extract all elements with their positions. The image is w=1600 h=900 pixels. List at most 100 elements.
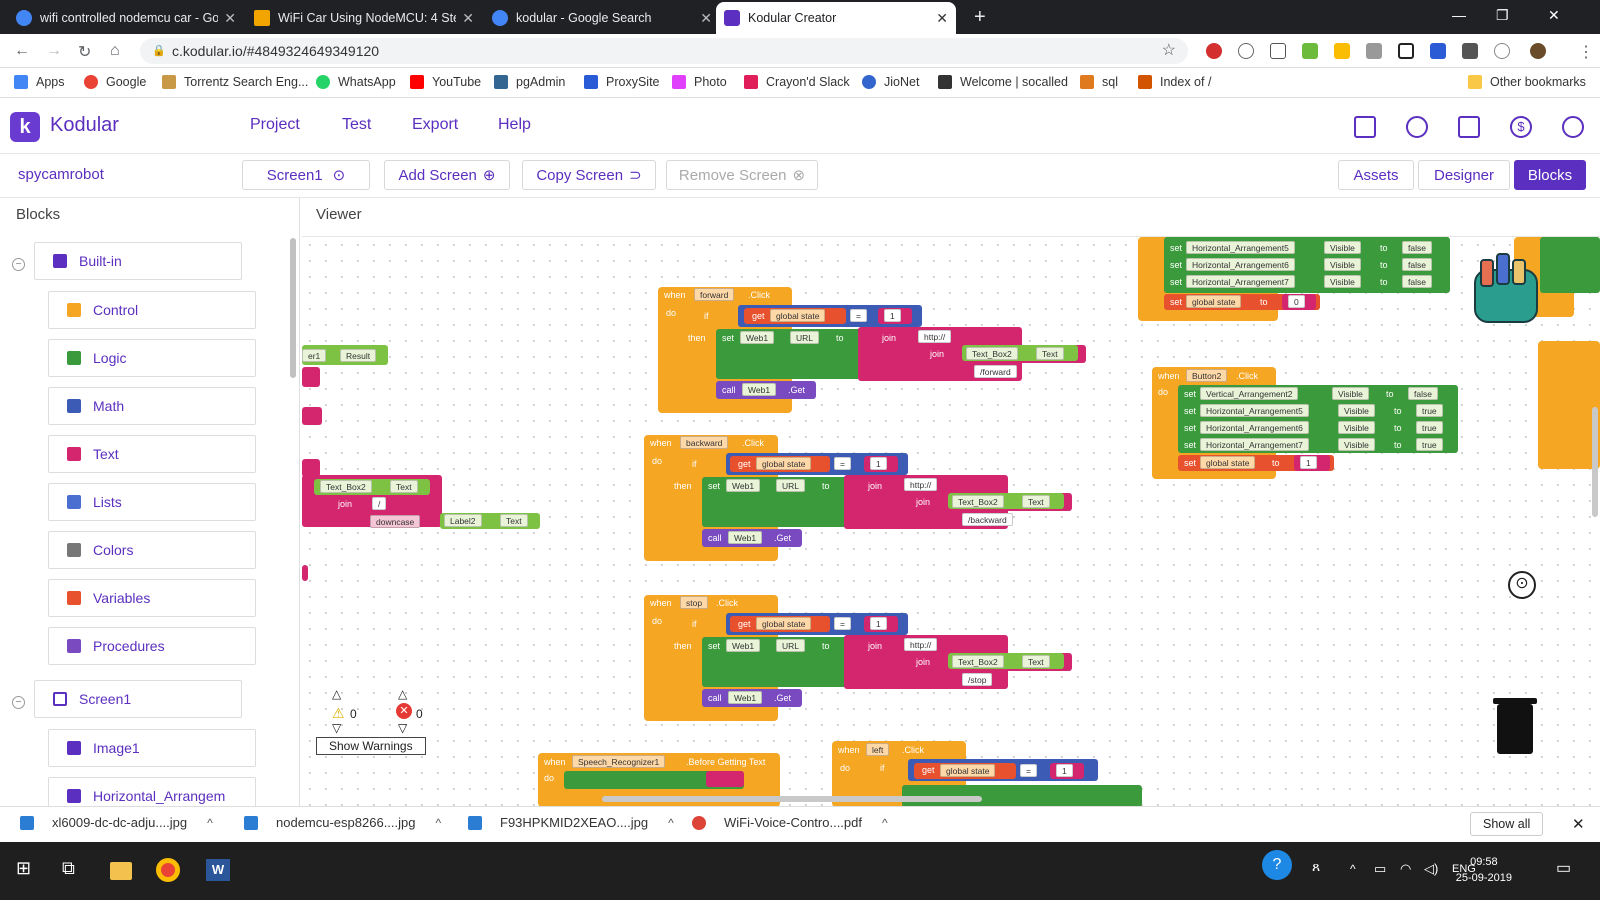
browser-tab-2[interactable]: WiFi Car Using NodeMCU: 4 Step ✕ [246, 2, 482, 34]
reload-icon[interactable]: ↻ [78, 42, 91, 62]
screen1-component[interactable]: Screen1 [34, 680, 242, 718]
chrome-icon[interactable] [156, 858, 180, 882]
menu-export[interactable]: Export [412, 116, 458, 134]
partial-block[interactable] [1540, 237, 1600, 293]
bookmark-star-icon[interactable]: ☆ [1162, 38, 1176, 64]
close-icon[interactable]: ✕ [462, 10, 474, 27]
menu-project[interactable]: Project [250, 116, 300, 134]
palette-icon[interactable] [1406, 116, 1428, 138]
browser-tab-4[interactable]: Kodular Creator ✕ [716, 2, 956, 34]
bookmark-jionet[interactable]: JioNet [862, 75, 919, 89]
copy-screen-button[interactable]: Copy Screen ⊃ [522, 160, 656, 190]
partial-block[interactable] [302, 367, 320, 387]
opera-extension-icon[interactable] [1206, 43, 1222, 59]
notification-icon[interactable]: ▭ [1556, 858, 1571, 878]
scrollbar-horizontal[interactable] [602, 796, 982, 802]
partial-block[interactable] [302, 407, 322, 425]
download-item[interactable]: WiFi-Voice-Contro....pdf ^ [692, 815, 888, 830]
close-window-icon[interactable]: ✕ [1548, 7, 1560, 24]
menu-help[interactable]: Help [498, 116, 531, 134]
image1-component[interactable]: Image1 [48, 729, 256, 767]
chevron-up-icon[interactable]: ^ [1350, 862, 1356, 876]
system-clock[interactable]: 09:58 25-09-2019 [1456, 854, 1512, 886]
more-icon[interactable]: ⋮ [1578, 42, 1594, 62]
minimize-icon[interactable]: — [1452, 7, 1466, 23]
book-icon[interactable] [1458, 116, 1480, 138]
category-control[interactable]: Control [48, 291, 256, 329]
menu-test[interactable]: Test [342, 116, 371, 134]
blocks-button[interactable]: Blocks [1514, 160, 1586, 190]
folder-icon[interactable] [1354, 116, 1376, 138]
chevron-up-icon[interactable]: ^ [207, 816, 213, 830]
download-item[interactable]: F93HPKMID2XEAO....jpg ^ [468, 815, 674, 830]
help-icon[interactable]: ? [1262, 850, 1292, 880]
browser-tab-3[interactable]: kodular - Google Search ✕ [484, 2, 720, 34]
home-icon[interactable]: ⌂ [110, 42, 120, 60]
download-extension-icon[interactable] [1302, 43, 1318, 59]
bookmark-index[interactable]: Index of / [1138, 75, 1211, 89]
chevron-up-icon[interactable]: ^ [435, 816, 441, 830]
download-item[interactable]: xl6009-dc-dc-adju....jpg ^ [20, 815, 213, 830]
word-icon[interactable]: W [206, 859, 230, 881]
category-math[interactable]: Math [48, 387, 256, 425]
collapse-icon[interactable]: − [12, 696, 25, 709]
battery-icon[interactable]: ▭ [1374, 861, 1386, 877]
builtin-category[interactable]: Built-in [34, 242, 242, 280]
warnings-down-icon[interactable]: ▽ [332, 721, 341, 735]
category-colors[interactable]: Colors [48, 531, 256, 569]
category-lists[interactable]: Lists [48, 483, 256, 521]
collapse-icon[interactable]: − [12, 258, 25, 271]
file-explorer-icon[interactable] [110, 862, 132, 880]
other-bookmarks[interactable]: Other bookmarks [1468, 75, 1586, 89]
task-view-icon[interactable]: ⧉ [62, 858, 75, 879]
scrollbar-vertical[interactable] [1592, 407, 1598, 517]
partial-block[interactable] [706, 771, 744, 787]
windows-start-icon[interactable]: ⊞ [16, 858, 31, 879]
close-icon[interactable]: ✕ [936, 10, 948, 27]
back-icon[interactable]: ← [14, 42, 30, 60]
bookmark-pgadmin[interactable]: pgAdmin [494, 75, 565, 89]
category-text[interactable]: Text [48, 435, 256, 473]
volume-icon[interactable]: ◁) [1424, 861, 1438, 877]
blocks-workspace[interactable]: er1 Result Text_Box2 Text join / downcas… [302, 236, 1600, 806]
bookmark-torrentz[interactable]: Torrentz Search Eng... [162, 75, 308, 89]
url-input[interactable]: 🔒 c.kodular.io/#4849324649349120 ☆ [140, 38, 1188, 64]
bookmark-whatsapp[interactable]: WhatsApp [316, 75, 396, 89]
assets-button[interactable]: Assets [1338, 160, 1414, 190]
wifi-icon[interactable]: ◠ [1400, 861, 1411, 877]
category-procedures[interactable]: Procedures [48, 627, 256, 665]
errors-up-icon[interactable]: △ [398, 687, 407, 701]
drive-extension-icon[interactable] [1334, 43, 1350, 59]
extension-icon[interactable] [1494, 43, 1510, 59]
extension-icon[interactable] [1430, 43, 1446, 59]
center-icon[interactable]: ⊙ [1508, 571, 1536, 599]
chevron-up-icon[interactable]: ^ [668, 816, 674, 830]
bookmark-google[interactable]: Google [84, 75, 146, 89]
chevron-up-icon[interactable]: ^ [882, 816, 888, 830]
category-logic[interactable]: Logic [48, 339, 256, 377]
close-downloads-icon[interactable]: ✕ [1572, 815, 1585, 833]
close-icon[interactable]: ✕ [224, 10, 236, 27]
download-item[interactable]: nodemcu-esp8266....jpg ^ [244, 815, 441, 830]
browser-tab-1[interactable]: wifi controlled nodemcu car - Go ✕ [8, 2, 244, 34]
show-all-downloads-button[interactable]: Show all [1470, 812, 1544, 836]
dollar-icon[interactable]: $ [1510, 116, 1532, 138]
screen-select[interactable]: Screen1 ⊙ [242, 160, 370, 190]
people-icon[interactable]: ጸ [1312, 858, 1320, 875]
errors-down-icon[interactable]: ▽ [398, 721, 407, 735]
add-screen-button[interactable]: Add Screen ⊕ [384, 160, 510, 190]
partial-event[interactable] [1538, 341, 1600, 469]
bookmark-welcome[interactable]: Welcome | socalled [938, 75, 1068, 89]
close-icon[interactable]: ✕ [700, 10, 712, 27]
maximize-icon[interactable]: ❐ [1496, 7, 1509, 24]
bookmark-sql[interactable]: sql [1080, 75, 1118, 89]
bookmark-apps[interactable]: Apps [14, 75, 65, 89]
partial-block[interactable] [302, 565, 308, 581]
bookmark-photo[interactable]: Photo [672, 75, 727, 89]
extension-icon[interactable] [1462, 43, 1478, 59]
extension-icon[interactable] [1238, 43, 1254, 59]
extension-icon[interactable] [1366, 43, 1382, 59]
category-variables[interactable]: Variables [48, 579, 256, 617]
designer-button[interactable]: Designer [1418, 160, 1510, 190]
warnings-up-icon[interactable]: △ [332, 687, 341, 701]
